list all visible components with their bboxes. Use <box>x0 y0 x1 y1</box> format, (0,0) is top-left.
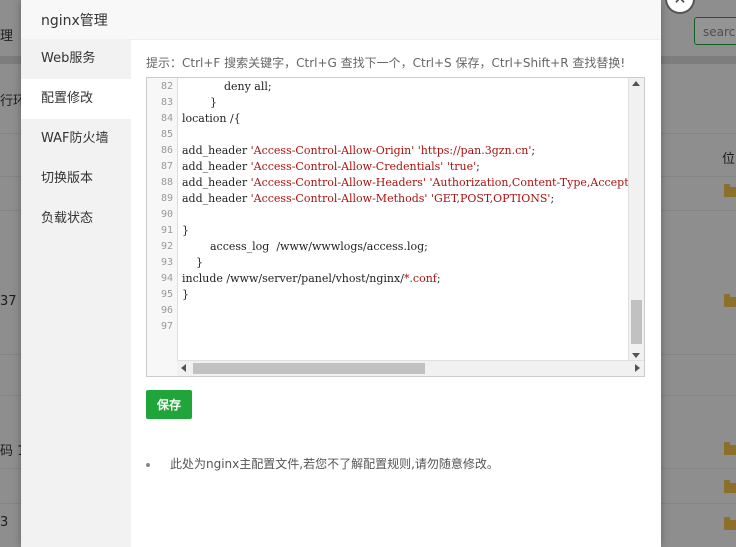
code-string: 'https://pan.3gzn.cn' <box>417 144 532 157</box>
sidebar-item-switch-version[interactable]: 切换版本 <box>21 159 131 199</box>
line-number: 97 <box>160 321 173 332</box>
line-number-gutter: 82 83 84 85 86 87 88 89 90 91 92 93 94 95 96 97 <box>147 78 178 376</box>
scroll-right-icon[interactable] <box>635 364 640 372</box>
config-edit-panel: 提示：Ctrl+F 搜索关键字，Ctrl+G 查找下一个，Ctrl+S 保存，C… <box>131 39 661 547</box>
horizontal-scroll-thumb[interactable] <box>193 363 425 374</box>
code-line: add_header 'Access-Control-Allow-Methods… <box>182 191 554 207</box>
code-text: ; <box>476 160 480 173</box>
code-string: 'true' <box>446 160 477 173</box>
code-line: } <box>182 287 189 303</box>
line-number: 96 <box>160 305 173 316</box>
code-line: add_header 'Access-Control-Allow-Headers… <box>182 175 645 191</box>
code-string: 'Access-Control-Allow-Headers' <box>250 176 426 189</box>
dialog-sidebar: Web服务 配置修改 WAF防火墙 切换版本 负载状态 <box>21 39 131 547</box>
code-string: 'Access-Control-Allow-Credentials' <box>250 160 444 173</box>
vertical-scroll-thumb[interactable] <box>631 300 642 344</box>
line-number: 87 <box>160 161 173 172</box>
line-number: 90 <box>160 209 173 220</box>
line-number: 84 <box>160 113 173 124</box>
scroll-left-icon[interactable] <box>181 364 186 372</box>
line-number: 86 <box>160 145 173 156</box>
code-string: 'Access-Control-Allow-Origin' <box>250 144 415 157</box>
line-number: 94 <box>160 273 173 284</box>
code-line: location /{ <box>182 111 241 127</box>
shortcut-hint: 提示：Ctrl+F 搜索关键字，Ctrl+G 查找下一个，Ctrl+S 保存，C… <box>146 56 626 70</box>
code-text: add_header <box>182 144 251 157</box>
code-string: 'GET,POST,OPTIONS' <box>430 192 551 205</box>
code-line: } <box>182 255 203 271</box>
code-line: } <box>182 223 189 239</box>
code-text: ; <box>531 144 536 157</box>
code-text: add_header <box>182 192 251 205</box>
code-line: include /www/server/panel/vhost/nginx/*.… <box>182 271 441 287</box>
code-line: } <box>182 95 217 111</box>
dialog-header: nginx管理 <box>21 0 661 40</box>
code-text: include /www/server/panel/vhost/nginx/ <box>182 272 404 285</box>
nginx-manager-dialog: nginx管理 ✕ Web服务 配置修改 WAF防火墙 切换版本 负载状态 提示… <box>21 0 693 547</box>
dialog-title: nginx管理 <box>41 13 108 29</box>
code-text: deny all; <box>182 80 272 93</box>
code-text: add_header <box>182 176 251 189</box>
code-text: location /{ <box>182 112 241 125</box>
sidebar-item-load-status[interactable]: 负载状态 <box>21 199 131 239</box>
bullet-icon <box>146 462 150 467</box>
sidebar-item-waf[interactable]: WAF防火墙 <box>21 119 131 159</box>
code-editor[interactable]: 82 83 84 85 86 87 88 89 90 91 92 93 94 95 96 97 deny al… <box>146 77 645 377</box>
line-number: 83 <box>160 97 173 108</box>
sidebar-item-config-edit[interactable]: 配置修改 <box>21 79 131 119</box>
line-number: 95 <box>160 289 173 300</box>
code-string: 'Access-Control-Allow-Methods' <box>250 192 428 205</box>
line-number: 88 <box>160 177 173 188</box>
code-text: } <box>182 96 217 109</box>
code-line: deny all; <box>182 79 272 95</box>
code-line: add_header 'Access-Control-Allow-Origin'… <box>182 143 535 159</box>
code-text: ; <box>550 192 555 205</box>
code-string: *.conf <box>403 272 437 285</box>
code-string: 'Authorization,Content-Type,Accept,Or <box>429 176 645 189</box>
code-text: ; <box>436 272 441 285</box>
code-text: } <box>182 256 203 269</box>
line-number: 82 <box>160 81 173 92</box>
code-line: access_log /www/wwwlogs/access.log; <box>182 239 428 255</box>
code-text: } <box>182 288 189 301</box>
scroll-down-icon[interactable] <box>632 353 640 358</box>
line-number: 85 <box>160 129 173 140</box>
code-text: add_header <box>182 160 251 173</box>
save-button[interactable]: 保存 <box>146 390 192 419</box>
horizontal-scrollbar[interactable] <box>177 360 644 376</box>
scroll-up-icon[interactable] <box>632 81 640 86</box>
code-line: add_header 'Access-Control-Allow-Credent… <box>182 159 480 175</box>
line-number: 92 <box>160 241 173 252</box>
config-note-text: 此处为nginx主配置文件,若您不了解配置规则,请勿随意修改。 <box>170 457 499 471</box>
code-text: access_log /www/wwwlogs/access.log; <box>182 240 428 253</box>
line-number: 91 <box>160 225 173 236</box>
config-note: 此处为nginx主配置文件,若您不了解配置规则,请勿随意修改。 <box>146 455 499 472</box>
line-number: 89 <box>160 193 173 204</box>
close-icon: ✕ <box>673 0 686 7</box>
line-number: 93 <box>160 257 173 268</box>
code-text: } <box>182 224 189 237</box>
vertical-scrollbar[interactable] <box>628 78 644 361</box>
sidebar-item-web-service[interactable]: Web服务 <box>21 39 131 79</box>
